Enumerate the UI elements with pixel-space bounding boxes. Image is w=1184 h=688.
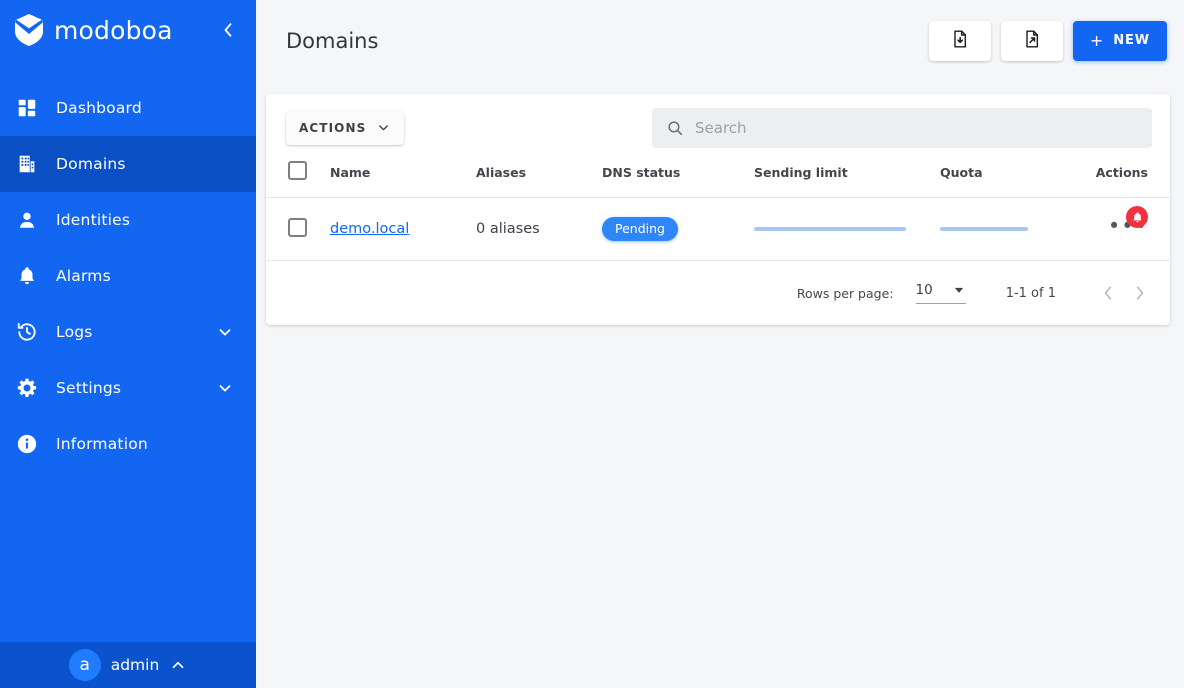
person-icon [16,209,56,231]
dashboard-grid-icon [16,97,56,119]
new-button[interactable]: + NEW [1072,20,1167,61]
sidebar-item-label: Identities [56,211,131,229]
cell-quota [940,197,1076,261]
rows-per-page-select[interactable]: 10 [915,282,966,304]
gear-icon [16,377,56,399]
card-toolbar: ACTIONS [266,94,1170,161]
sidebar-item-alarms[interactable]: Alarms [0,248,256,304]
modoboa-logo-icon [14,14,44,46]
actions-button-label: ACTIONS [299,120,367,135]
row-select-cell [266,197,330,261]
sidebar-item-domains[interactable]: Domains [0,136,256,192]
column-header-name: Name [330,164,371,180]
user-menu[interactable]: a admin [0,642,256,688]
cell-name: demo.local [330,197,476,261]
rows-per-page-value: 10 [915,282,933,298]
plus-icon: + [1089,30,1105,50]
page-header: Domains + NEW [256,0,1184,81]
header-actions: + NEW [928,20,1167,61]
sidebar-item-label: Alarms [56,267,111,285]
chevron-left-icon[interactable] [216,18,240,42]
bell-alert-icon[interactable] [1126,206,1148,228]
sidebar-nav: Dashboard Domains Identities Alarms Logs… [0,80,256,472]
rows-per-page-label: Rows per page: [796,285,894,301]
status-badge: Pending [602,217,678,241]
actions-dropdown-button[interactable]: ACTIONS [286,110,405,145]
sidebar: modoboa Dashboard Domains Identities Ala… [0,0,256,688]
sidebar-item-information[interactable]: Information [0,416,256,472]
cell-sending-limit [754,197,940,261]
brand: modoboa [0,2,256,58]
file-import-icon [950,29,970,52]
row-checkbox[interactable] [288,217,307,237]
export-button[interactable] [1000,20,1063,61]
column-header-dns: DNS status [602,164,681,180]
sidebar-item-label: Logs [56,323,93,341]
select-all-header [266,161,330,198]
sidebar-item-label: Information [56,435,148,453]
history-icon [16,321,56,343]
sidebar-item-label: Domains [56,155,126,173]
table-row[interactable]: demo.local 0 aliases Pending ••• [266,197,1170,261]
sidebar-item-label: Dashboard [56,99,142,117]
triangle-down-icon [952,283,966,297]
import-button[interactable] [928,20,991,61]
column-header-actions: Actions [1095,164,1148,180]
column-header-aliases: Aliases [476,164,527,180]
sidebar-item-identities[interactable]: Identities [0,192,256,248]
app-root: modoboa Dashboard Domains Identities Ala… [0,0,1184,688]
user-name: admin [110,656,160,674]
table-header-row: Name Aliases DNS status Sending limit Qu… [266,161,1170,198]
avatar: a [68,649,101,681]
cell-dns-status: Pending [602,197,754,261]
sidebar-item-settings[interactable]: Settings [0,360,256,416]
quota-progress-bar [940,227,1028,231]
sidebar-item-logs[interactable]: Logs [0,304,256,360]
pagination: Rows per page: 10 1-1 of 1 [266,261,1170,325]
brand-name: modoboa [54,15,173,45]
domains-card: ACTIONS Search Name Aliases DNS status S… [266,94,1170,325]
sidebar-item-label: Settings [56,379,122,397]
search-icon [666,119,684,137]
building-icon [16,153,56,175]
column-header-limit: Sending limit [754,164,848,180]
search-input[interactable] [695,118,1138,137]
prev-page-button[interactable] [1092,277,1124,309]
chevron-down-icon[interactable] [216,323,234,341]
domains-table: Name Aliases DNS status Sending limit Qu… [266,161,1170,261]
page-title: Domains [286,28,379,53]
next-page-button[interactable] [1124,277,1156,309]
table-body: demo.local 0 aliases Pending ••• [266,197,1170,261]
info-circle-icon [16,433,56,455]
sending-limit-progress-bar [754,227,906,231]
bell-icon [16,265,56,287]
cell-actions: ••• [1076,197,1170,261]
chevron-up-icon[interactable] [169,656,187,674]
column-header-quota: Quota [940,164,983,180]
chevron-down-icon[interactable] [216,379,234,397]
pagination-range: 1-1 of 1 [1005,285,1056,301]
new-button-label: NEW [1113,33,1150,48]
sidebar-item-dashboard[interactable]: Dashboard [0,80,256,136]
file-export-icon [1022,29,1042,52]
cell-aliases: 0 aliases [476,197,602,261]
table-head: Name Aliases DNS status Sending limit Qu… [266,161,1170,198]
chevron-down-icon [376,120,391,135]
select-all-checkbox[interactable] [288,161,307,180]
domain-link[interactable]: demo.local [330,221,409,237]
search-box[interactable] [652,107,1152,148]
main-content: Domains + NEW ACTIONS Search Name Aliase… [256,0,1184,688]
